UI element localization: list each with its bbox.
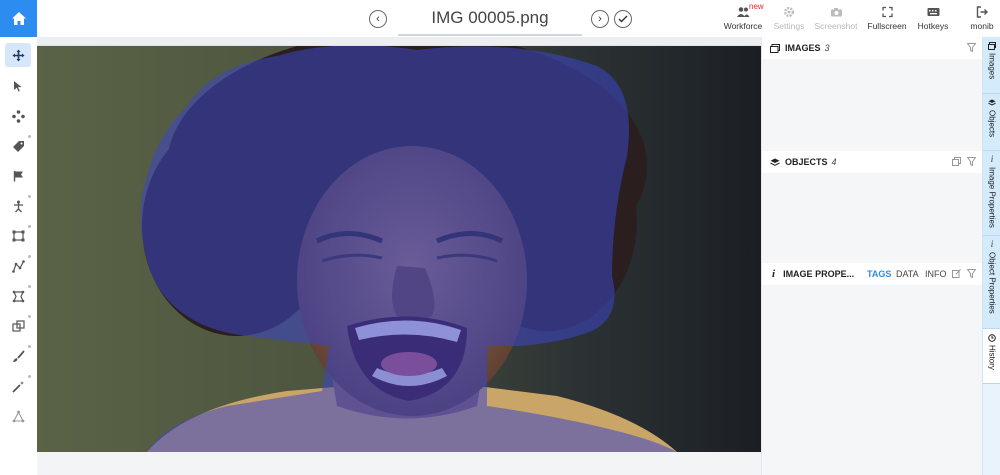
layers-icon — [770, 158, 780, 166]
images-section-header[interactable]: IMAGES 3 — [762, 37, 983, 59]
workforce-label: Workforce — [723, 21, 763, 31]
image-properties-body[interactable] — [762, 285, 983, 475]
objects-count: 4 — [831, 157, 837, 167]
cuboid-icon — [11, 319, 25, 332]
hotkeys-button[interactable]: Hotkeys — [914, 5, 952, 31]
annotated-photo — [140, 46, 677, 452]
image-properties-title: IMAGE PROPE... — [783, 269, 855, 279]
username-label: monib — [970, 21, 994, 31]
images-icon — [770, 43, 780, 53]
polyline-tool[interactable] — [5, 254, 31, 278]
flag-icon — [13, 171, 23, 182]
canvas-ruler — [37, 37, 761, 46]
fullscreen-label: Fullscreen — [867, 21, 907, 31]
tab-objects-label: Objects — [987, 110, 997, 138]
right-panel: IMAGES 3 OBJECTS 4 i IMAGE PROPE... TAGS… — [761, 37, 983, 475]
brush-icon — [12, 349, 25, 362]
screenshot-label: Screenshot — [814, 21, 858, 31]
brush-tool[interactable] — [5, 344, 31, 368]
image-title: IMG 00005.png — [398, 6, 582, 36]
keypoint-icon — [13, 200, 23, 212]
previous-image-button[interactable]: ‹ — [369, 10, 387, 28]
done-button[interactable] — [614, 10, 632, 28]
info-icon: i — [990, 154, 994, 164]
cuboid-tool[interactable] — [5, 314, 31, 338]
images-list[interactable] — [762, 59, 983, 151]
keyboard-icon — [927, 8, 939, 16]
filter-icon[interactable] — [967, 43, 976, 52]
screenshot-button[interactable]: Screenshot — [814, 5, 858, 31]
tab-history-label: History — [987, 345, 997, 370]
objects-section-header[interactable]: OBJECTS 4 — [762, 151, 983, 173]
top-bar: ‹ IMG 00005.png › new Workforce Settings… — [0, 0, 1000, 38]
pan-tool[interactable] — [5, 43, 31, 67]
gear-icon — [784, 7, 794, 17]
info-icon: i — [772, 268, 776, 280]
images-count: 3 — [824, 43, 830, 53]
hotkeys-label: Hotkeys — [917, 21, 949, 31]
next-image-button[interactable]: › — [591, 10, 609, 28]
fullscreen-button[interactable]: Fullscreen — [866, 5, 908, 31]
magic-wand-tool[interactable] — [5, 374, 31, 398]
chevron-right-icon: › — [598, 12, 602, 25]
settings-button[interactable]: Settings — [771, 5, 807, 31]
tag-tool[interactable] — [5, 134, 31, 158]
clock-icon — [988, 334, 996, 342]
image-canvas[interactable] — [37, 46, 761, 452]
cursor-icon — [14, 81, 22, 92]
filter-icon[interactable] — [967, 157, 976, 166]
tab-info[interactable]: INFO — [925, 269, 947, 279]
magic-wand-icon — [11, 380, 24, 393]
objects-list[interactable] — [762, 173, 983, 263]
left-toolbar — [0, 37, 38, 475]
points-icon — [11, 109, 25, 123]
home-button[interactable] — [0, 0, 37, 37]
polyline-icon — [11, 259, 25, 273]
home-icon — [11, 12, 26, 25]
info-icon: i — [990, 239, 994, 249]
edit-icon[interactable] — [952, 269, 961, 278]
point-tool[interactable] — [5, 104, 31, 128]
chevron-left-icon: ‹ — [376, 12, 380, 25]
tab-images-label: Images — [987, 53, 997, 80]
side-tab-strip: Images Objects i Image Properties i Obje… — [982, 37, 1000, 475]
tab-image-properties[interactable]: i Image Properties — [983, 151, 1000, 236]
tab-data[interactable]: DATA — [896, 269, 919, 279]
graph-icon — [12, 410, 24, 422]
tab-images[interactable]: Images — [983, 37, 1000, 94]
settings-label: Settings — [773, 21, 805, 31]
users-icon — [737, 7, 750, 17]
checkmark-icon — [618, 15, 628, 23]
tab-object-properties[interactable]: i Object Properties — [983, 236, 1000, 329]
images-icon — [988, 42, 996, 50]
tab-tags[interactable]: TAGS — [867, 269, 891, 279]
tag-icon — [12, 140, 24, 152]
annotation-canvas[interactable] — [37, 37, 761, 475]
tab-objects[interactable]: Objects — [983, 94, 1000, 151]
user-logout-button[interactable]: monib — [966, 5, 998, 31]
skeleton-tool[interactable] — [5, 194, 31, 218]
flag-tool[interactable] — [5, 164, 31, 188]
move-arrows-icon — [12, 49, 24, 61]
select-tool[interactable] — [5, 74, 31, 98]
filter-icon[interactable] — [967, 269, 976, 278]
graph-tool[interactable] — [5, 404, 31, 428]
camera-icon — [830, 8, 842, 17]
logout-icon — [976, 6, 988, 18]
bounding-box-tool[interactable] — [5, 224, 31, 248]
fullscreen-icon — [881, 6, 893, 18]
tab-image-properties-label: Image Properties — [987, 167, 997, 228]
tab-object-properties-label: Object Properties — [987, 252, 997, 314]
bounding-box-icon — [12, 230, 24, 242]
copy-icon[interactable] — [952, 157, 961, 166]
polygon-tool[interactable] — [5, 284, 31, 308]
images-section-title: IMAGES — [785, 43, 821, 53]
polygon-icon — [12, 290, 24, 302]
tab-history[interactable]: History — [983, 329, 1000, 384]
workforce-button[interactable]: Workforce — [723, 5, 763, 31]
layers-icon — [988, 99, 996, 106]
objects-section-title: OBJECTS — [785, 157, 828, 167]
